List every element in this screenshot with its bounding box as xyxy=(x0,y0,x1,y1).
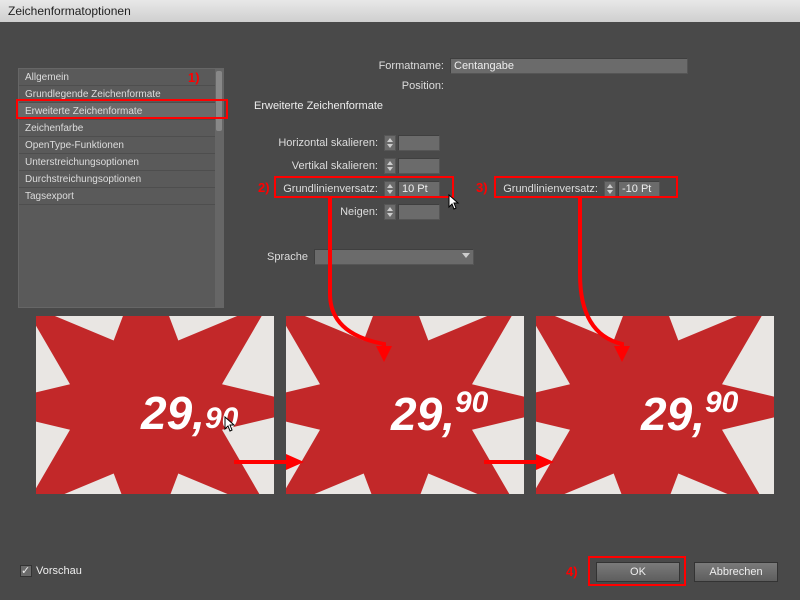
formatname-field[interactable]: Centangabe xyxy=(450,58,688,74)
baseline-spinner[interactable] xyxy=(384,181,396,197)
sidebar-item-durchstreichung[interactable]: Durchstreichungsoptionen xyxy=(19,171,223,188)
price-main: 29,90 xyxy=(391,386,488,441)
tilt-label: Neigen: xyxy=(254,206,384,218)
dialog-content: Allgemein Grundlegende Zeichenformate Er… xyxy=(0,22,800,600)
ok-button[interactable]: OK xyxy=(596,562,680,582)
chevron-down-icon xyxy=(462,253,470,258)
section-title: Erweiterte Zeichenformate xyxy=(254,100,383,112)
cancel-button[interactable]: Abbrechen xyxy=(694,562,778,582)
preview-checkbox-label: Vorschau xyxy=(36,565,82,577)
baseline2-field[interactable]: -10 Pt xyxy=(618,181,660,197)
tilt-spinner[interactable] xyxy=(384,204,396,220)
baseline-row: Grundlinienversatz: 10 Pt xyxy=(254,180,464,198)
language-select[interactable] xyxy=(314,249,474,265)
preview-1: 29,90 xyxy=(36,316,274,494)
sidebar-item-grundlegende[interactable]: Grundlegende Zeichenformate xyxy=(19,86,223,103)
preview-2: 29,90 xyxy=(286,316,524,494)
vert-spinner[interactable] xyxy=(384,158,396,174)
preview-3: 29,90 xyxy=(536,316,774,494)
sidebar-item-allgemein[interactable]: Allgemein xyxy=(19,69,223,86)
baseline-field[interactable]: 10 Pt xyxy=(398,181,440,197)
price-cents: 90 xyxy=(205,402,238,435)
sidebar-item-opentype[interactable]: OpenType-Funktionen xyxy=(19,137,223,154)
horiz-spinner[interactable] xyxy=(384,135,396,151)
vert-label: Vertikal skalieren: xyxy=(254,160,384,172)
position-label: Position: xyxy=(360,80,450,92)
dialog: Zeichenformatoptionen Allgemein Grundleg… xyxy=(0,0,800,600)
sidebar-item-unterstreichung[interactable]: Unterstreichungsoptionen xyxy=(19,154,223,171)
sidebar-item-tagsexport[interactable]: Tagsexport xyxy=(19,188,223,205)
sidebar: Allgemein Grundlegende Zeichenformate Er… xyxy=(18,68,224,308)
annotation-4: 4) xyxy=(566,564,578,579)
preview-checkbox[interactable]: Vorschau xyxy=(20,565,82,577)
position-row: Position: xyxy=(360,77,560,95)
baseline2-spinner[interactable] xyxy=(604,181,616,197)
checkbox-icon xyxy=(20,565,32,577)
baseline-label: Grundlinienversatz: xyxy=(254,183,384,195)
price-cents: 90 xyxy=(455,386,488,419)
language-row: Sprache xyxy=(254,248,514,266)
vert-row: Vertikal skalieren: xyxy=(254,157,464,175)
sidebar-item-zeichenfarbe[interactable]: Zeichenfarbe xyxy=(19,120,223,137)
sidebar-scroll-thumb[interactable] xyxy=(216,71,222,131)
price-main: 29,90 xyxy=(641,386,738,441)
horiz-label: Horizontal skalieren: xyxy=(254,137,384,149)
price-cents: 90 xyxy=(705,386,738,419)
horiz-row: Horizontal skalieren: xyxy=(254,134,464,152)
dialog-title: Zeichenformatoptionen xyxy=(0,0,800,22)
sidebar-item-erweiterte[interactable]: Erweiterte Zeichenformate xyxy=(19,103,223,120)
horiz-field[interactable] xyxy=(398,135,440,151)
formatname-label: Formatname: xyxy=(360,60,450,72)
formatname-row: Formatname: Centangabe xyxy=(360,57,700,75)
language-label: Sprache xyxy=(254,251,314,263)
baseline2-row: Grundlinienversatz: -10 Pt xyxy=(484,180,704,198)
baseline2-label: Grundlinienversatz: xyxy=(484,183,604,195)
tilt-row: Neigen: xyxy=(254,203,464,221)
tilt-field[interactable] xyxy=(398,204,440,220)
preview-row: 29,90 29,90 29,90 xyxy=(36,316,774,494)
price-main: 29,90 xyxy=(141,386,238,440)
vert-field[interactable] xyxy=(398,158,440,174)
sidebar-scrollbar[interactable] xyxy=(215,69,223,307)
